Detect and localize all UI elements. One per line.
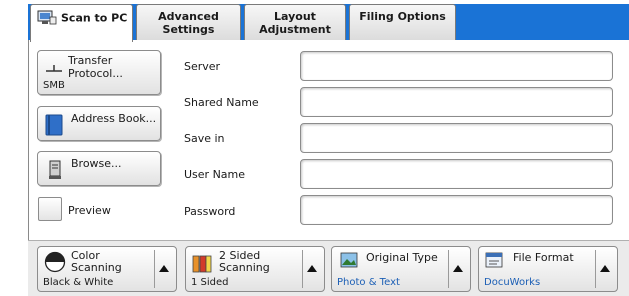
tab-label: Scan to PC xyxy=(61,11,128,25)
address-book-icon xyxy=(45,114,63,139)
address-book-label: Address Book... xyxy=(71,112,157,125)
tab-label: Advanced Settings xyxy=(158,10,219,36)
tab-filing-options[interactable]: Filing Options xyxy=(349,4,456,40)
transfer-protocol-label: Transfer Protocol... xyxy=(68,54,123,80)
tab-label: Filing Options xyxy=(359,10,446,23)
tab-scan-to-pc[interactable]: Scan to PC xyxy=(30,4,133,42)
preview-label: Preview xyxy=(68,204,111,217)
file-format-icon xyxy=(485,252,503,271)
two-sided-value: 1 Sided xyxy=(191,277,229,288)
transfer-protocol-value: SMB xyxy=(43,80,65,91)
color-scanning-icon xyxy=(44,251,66,276)
shared-name-field[interactable] xyxy=(300,87,613,117)
chevron-up-icon xyxy=(600,265,610,272)
file-format-button[interactable]: File Format DocuWorks xyxy=(478,246,618,292)
button-divider xyxy=(595,250,596,288)
button-divider xyxy=(154,250,155,288)
server-field[interactable] xyxy=(300,51,613,81)
save-in-label: Save in xyxy=(184,132,225,145)
tab-label: Layout Adjustment xyxy=(259,10,331,36)
tab-layout-adjustment[interactable]: Layout Adjustment xyxy=(244,4,346,40)
user-name-field[interactable] xyxy=(300,159,613,189)
file-format-value: DocuWorks xyxy=(484,277,541,288)
button-divider xyxy=(448,250,449,288)
button-divider xyxy=(302,250,303,288)
preview-checkbox[interactable] xyxy=(38,197,62,221)
two-sided-label: 2 Sided Scanning xyxy=(219,249,270,274)
password-field[interactable] xyxy=(300,195,613,225)
password-label: Password xyxy=(184,205,236,218)
chevron-up-icon xyxy=(307,265,317,272)
tab-advanced-settings[interactable]: Advanced Settings xyxy=(136,4,241,40)
original-type-value: Photo & Text xyxy=(337,277,400,288)
browse-icon xyxy=(48,160,62,183)
two-sided-scanning-button[interactable]: 2 Sided Scanning 1 Sided xyxy=(185,246,325,292)
server-label: Server xyxy=(184,60,221,73)
two-sided-icon xyxy=(192,254,212,277)
shared-name-label: Shared Name xyxy=(184,96,259,109)
original-type-icon xyxy=(340,252,358,271)
address-book-button[interactable]: Address Book... xyxy=(37,106,161,141)
color-scanning-value: Black & White xyxy=(43,277,114,288)
browse-label: Browse... xyxy=(71,157,122,170)
scan-to-pc-icon xyxy=(37,9,57,25)
file-format-label: File Format xyxy=(513,251,574,264)
chevron-up-icon xyxy=(453,265,463,272)
color-scanning-label: Color Scanning xyxy=(71,249,122,274)
original-type-label: Original Type xyxy=(366,251,438,264)
chevron-up-icon xyxy=(159,265,169,272)
transfer-protocol-icon xyxy=(45,63,63,76)
transfer-protocol-button[interactable]: Transfer Protocol... SMB xyxy=(37,50,161,95)
save-in-field[interactable] xyxy=(300,123,613,153)
original-type-button[interactable]: Original Type Photo & Text xyxy=(331,246,471,292)
user-name-label: User Name xyxy=(184,168,246,181)
color-scanning-button[interactable]: Color Scanning Black & White xyxy=(37,246,177,292)
browse-button[interactable]: Browse... xyxy=(37,151,161,186)
